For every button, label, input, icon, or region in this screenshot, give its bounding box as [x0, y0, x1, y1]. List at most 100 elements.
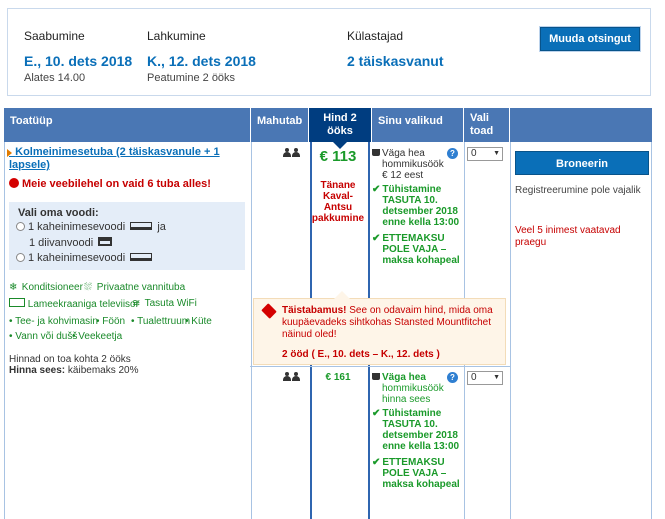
offer1-cancel-text: Tühistamine TASUTA 10. detsember 2018 en…: [382, 184, 460, 228]
bed-option-1-text-b: ja: [157, 221, 166, 233]
offer2-cancel: ✔ Tühistamine TASUTA 10. detsember 2018 e…: [372, 408, 460, 452]
person-icon: [292, 148, 300, 157]
tip-dates: 2 ööd ( E., 10. dets – K., 12. dets ): [282, 349, 440, 360]
price-note: Hinnad on toa kohta 2 ööks: [9, 354, 131, 365]
checkin-value: E., 10. dets 2018: [24, 53, 133, 69]
offer2-choices: Väga hea hommikusöök hinna sees ✔ Tühista…: [372, 372, 460, 490]
row-separator: [250, 366, 511, 367]
amenity-tv: Lameekraaniga televiisor: [9, 298, 139, 310]
offer2-breakfast-line1: Väga hea: [382, 372, 426, 383]
amenity-bathroom-text: Privaatne vannituba: [96, 282, 186, 293]
checkin-block: Saabumine E., 10. dets 2018 Alates 14.00: [24, 29, 132, 84]
price-tag-icon: [261, 303, 277, 319]
price-includes: Hinna sees: käibemaks 20%: [9, 365, 139, 376]
grid-line: [651, 142, 652, 519]
offer1-breakfast-line2: hommikusöök: [382, 159, 444, 170]
guests-block: Külastajad 2 täiskasvanut: [347, 29, 444, 69]
amenity-kettle: • Veekeetja: [72, 331, 123, 342]
amenity-bathroom: ⛆ Privaatne vannituba: [84, 282, 185, 293]
bed-option-1-text-a: 1 kaheinimesevoodi: [28, 221, 126, 233]
info-icon[interactable]: ?: [447, 372, 458, 383]
wifi-icon: ≋: [132, 298, 141, 309]
coffee-cup-icon: [372, 149, 380, 156]
room-name-link[interactable]: Kolmeinimesetuba (2 täiskasvanule + 1 la…: [9, 146, 239, 172]
offer1-price: € 113: [319, 148, 357, 165]
grid-line: [4, 142, 5, 519]
bed-option-2[interactable]: 1 kaheinimesevoodi: [16, 252, 154, 264]
header-sleeps: Mahutab: [251, 108, 309, 142]
checkout-sub: Peatumine 2 ööks: [147, 72, 236, 84]
radio-icon[interactable]: [16, 253, 25, 262]
grid-line: [510, 142, 511, 519]
checkin-sub: Alates 14.00: [24, 72, 86, 84]
includes-value: käibemaks 20%: [67, 365, 139, 376]
amenity-tv-text: Lameekraaniga televiisor: [27, 299, 139, 310]
snowflake-icon: ❄: [9, 282, 18, 293]
bed-choice-heading: Vali oma voodi:: [18, 207, 99, 219]
shower-icon: ⛆: [84, 282, 92, 293]
amenity-aircon-text: Konditsioneer: [21, 282, 83, 293]
tv-icon: [9, 298, 25, 307]
change-search-button[interactable]: Muuda otsingut: [540, 27, 640, 51]
amenity-hairdryer: • Föön: [96, 316, 126, 327]
check-icon: ✔: [372, 184, 381, 195]
header-price-line2: ööks: [327, 125, 353, 137]
header-price-line1: Hind 2: [323, 112, 357, 124]
header-room-type: Toatüüp: [4, 108, 251, 142]
bed-option-1-line2: 1 diivanvoodi: [29, 237, 114, 249]
offer1-room-qty-select[interactable]: 0: [467, 147, 503, 161]
header-select-rooms: Vali toad: [464, 108, 510, 142]
tip-bold: Täistabamus!: [282, 305, 347, 316]
radio-icon[interactable]: [16, 222, 25, 231]
offer2-breakfast-extra: hinna sees: [382, 394, 431, 405]
check-icon: ✔: [372, 408, 381, 419]
person-icon: [292, 372, 300, 381]
amenity-wifi-text: Tasuta WiFi: [144, 298, 197, 309]
checkout-block: Lahkumine K., 12. dets 2018 Peatumine 2 …: [147, 29, 256, 84]
bed-option-1[interactable]: 1 kaheinimesevoodi ja: [16, 221, 166, 233]
checkout-value: K., 12. dets 2018: [147, 53, 256, 69]
bed-option-2-text: 1 kaheinimesevoodi: [28, 252, 126, 264]
header-price: Hind 2 ööks: [309, 108, 372, 149]
bed-choice-box: Vali oma voodi: 1 kaheinimesevoodi ja 1 …: [9, 202, 245, 270]
amenity-aircon: ❄ Konditsioneer: [9, 282, 83, 293]
offer1-breakfast-extra: € 12 eest: [382, 170, 424, 181]
offer1-breakfast-line1: Väga hea: [382, 148, 425, 159]
offer2-prepay-text: ETTEMAKSU POLE VAJA – maksa kohapeal: [382, 457, 460, 490]
info-icon[interactable]: ?: [447, 148, 458, 159]
offer2-price: € 161: [325, 372, 351, 383]
double-bed-icon: [130, 222, 153, 230]
check-icon: ✔: [372, 233, 381, 244]
sleeps-icon-row-1: [283, 148, 301, 160]
header-choices: Sinu valikud: [372, 108, 464, 142]
alert-dot-icon: [9, 178, 19, 188]
includes-label: Hinna sees:: [9, 365, 66, 376]
double-bed-icon: [130, 253, 153, 261]
amenity-bath-shower: • Vann või dušš: [9, 331, 78, 342]
table-header: Toatüüp Mahutab Hind 2 ööks Sinu valikud…: [4, 108, 652, 149]
offer1-choices: Väga hea hommikusöök € 12 eest ✔ Tühistam…: [372, 148, 460, 266]
guests-label: Külastajad: [347, 29, 404, 43]
offer1-cancel: ✔ Tühistamine TASUTA 10. detsember 2018 e…: [372, 184, 460, 228]
coffee-cup-icon: [372, 373, 380, 380]
sleeps-icon-row-2: [283, 372, 301, 384]
book-button[interactable]: Broneerin: [515, 151, 649, 175]
scarcity-message: Meie veebilehel on vaid 6 tuba alles!: [9, 178, 211, 190]
guests-value: 2 täiskasvanut: [347, 53, 444, 69]
amenity-kettle-machine: • Tee- ja kohvimasin: [9, 316, 98, 327]
header-select-line1: Vali: [470, 112, 489, 124]
grid-line: [251, 142, 252, 519]
amenity-heating: • Küte: [185, 316, 212, 327]
scarcity-text: Meie veebilehel on vaid 6 tuba alles!: [22, 178, 211, 190]
search-summary: Saabumine E., 10. dets 2018 Alates 14.00…: [7, 8, 651, 96]
offer1-prepay: ✔ ETTEMAKSU POLE VAJA – maksa kohapeal: [372, 233, 460, 266]
offer2-room-qty-select[interactable]: 0: [467, 371, 503, 385]
person-icon: [283, 148, 291, 157]
header-empty: [510, 108, 652, 142]
no-registration-note: Registreerumine pole vajalik: [515, 185, 641, 196]
offer1-prepay-text: ETTEMAKSU POLE VAJA – maksa kohapeal: [382, 233, 460, 266]
bed-option-1-text-c: 1 diivanvoodi: [29, 237, 94, 249]
sofa-bed-icon: [98, 237, 113, 246]
offer2-cancel-text: Tühistamine TASUTA 10. detsember 2018 en…: [382, 408, 460, 452]
amenity-toilet: • Tualettruum: [131, 316, 191, 327]
